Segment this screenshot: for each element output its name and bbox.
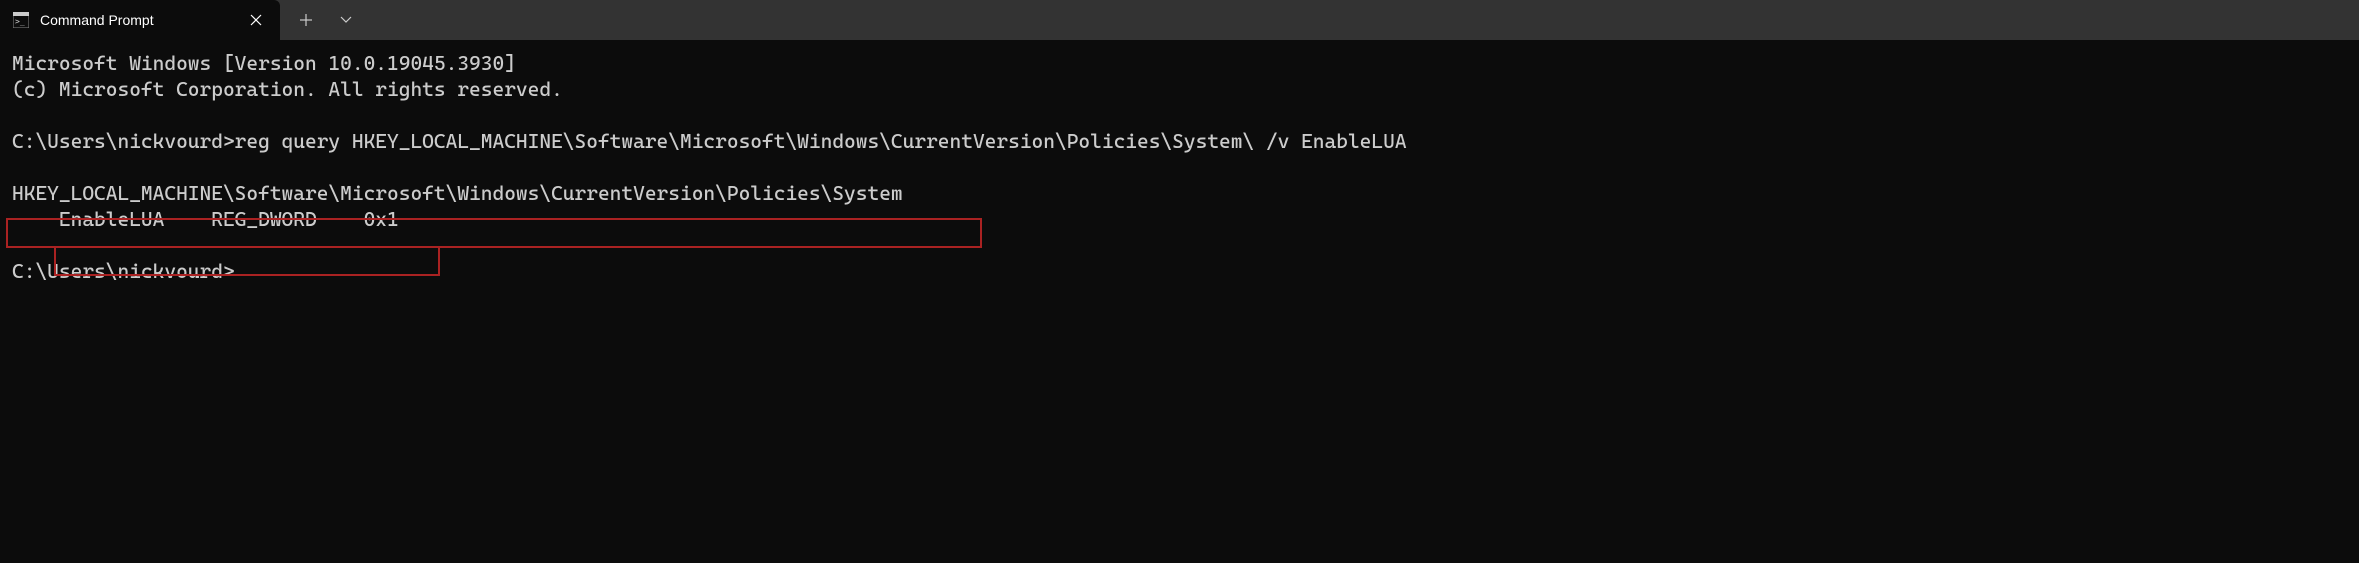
prompt-1: C:\Users\nickvourd> — [12, 129, 235, 153]
output-value-type: REG_DWORD — [211, 207, 316, 231]
svg-text:>_: >_ — [15, 17, 25, 26]
tab-close-button[interactable] — [244, 8, 268, 32]
output-value-data: 0x1 — [364, 207, 399, 231]
tab-title: Command Prompt — [40, 12, 234, 28]
command-1: reg query HKEY_LOCAL_MACHINE\Software\Mi… — [235, 129, 1407, 153]
version-line: Microsoft Windows [Version 10.0.19045.39… — [12, 51, 516, 75]
terminal-container: Microsoft Windows [Version 10.0.19045.39… — [0, 40, 2359, 294]
terminal-output[interactable]: Microsoft Windows [Version 10.0.19045.39… — [0, 40, 2359, 294]
tab-actions — [280, 0, 364, 40]
command-prompt-icon: >_ — [12, 11, 30, 29]
new-tab-button[interactable] — [288, 4, 324, 36]
tab-command-prompt[interactable]: >_ Command Prompt — [0, 0, 280, 40]
close-icon — [250, 14, 262, 26]
output-registry-key: HKEY_LOCAL_MACHINE\Software\Microsoft\Wi… — [12, 181, 903, 205]
titlebar: >_ Command Prompt — [0, 0, 2359, 40]
chevron-down-icon — [340, 16, 352, 24]
tab-dropdown-button[interactable] — [328, 4, 364, 36]
output-value-name: EnableLUA — [59, 207, 164, 231]
plus-icon — [300, 14, 312, 26]
copyright-line: (c) Microsoft Corporation. All rights re… — [12, 77, 563, 101]
prompt-2: C:\Users\nickvourd> — [12, 259, 235, 283]
